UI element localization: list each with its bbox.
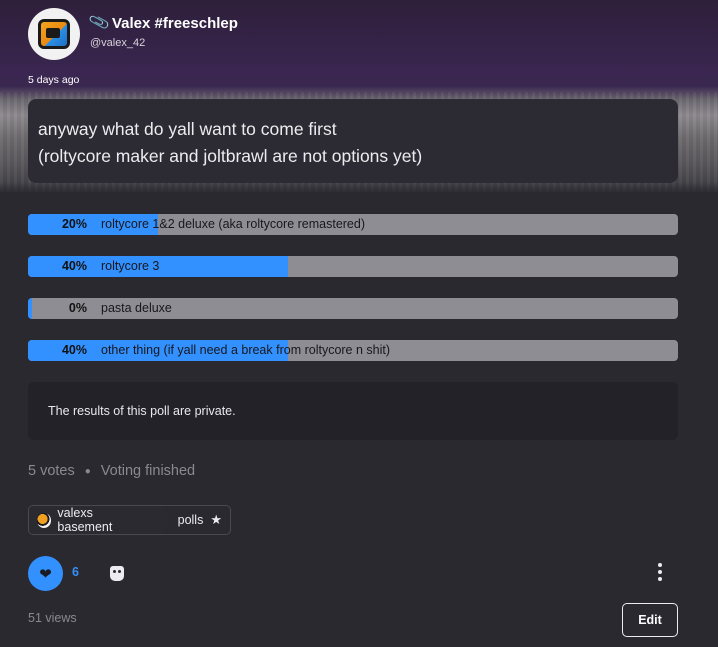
avatar-image (38, 19, 70, 49)
poll-meta: 5 votes ● Voting finished (28, 463, 195, 479)
heart-icon: ❤ (39, 565, 52, 583)
more-dot (658, 570, 662, 574)
post-text-line-2: (roltycore maker and joltbrawl are not o… (38, 146, 423, 166)
poll-option-percent: 0% (68, 301, 87, 315)
community-icon (37, 512, 52, 528)
post-text-line-1: anyway what do yall want to come first (38, 119, 337, 139)
tag-breadcrumb: valexs basement polls ★ (28, 505, 231, 535)
poll-option-percent: 40% (61, 259, 87, 273)
poll-option-percent: 40% (61, 343, 87, 357)
more-dot (658, 577, 662, 581)
react-button[interactable] (108, 564, 126, 582)
poll-option[interactable]: 0% pasta deluxe (28, 298, 678, 319)
author-handle: @valex_42 (90, 37, 146, 49)
tag-community[interactable]: valexs basement (29, 506, 170, 534)
voting-status: Voting finished (100, 463, 196, 479)
more-options-button[interactable] (650, 562, 670, 582)
separator-dot: ● (84, 465, 91, 477)
post-timestamp: 5 days ago (28, 74, 80, 86)
poll-private-notice: The results of this poll are private. (28, 382, 678, 440)
tag-category-label: polls (177, 513, 204, 527)
more-dot (658, 563, 662, 567)
author-display-name[interactable]: Valex #freeschlep (112, 15, 238, 32)
poll-option[interactable]: 40% roltycore 3 (28, 256, 678, 277)
poll-option-label: roltycore 1&2 deluxe (aka roltycore rema… (101, 217, 366, 231)
paperclip-icon: 📎 (87, 11, 112, 35)
poll-option[interactable]: 40% other thing (if yall need a break fr… (28, 340, 678, 361)
poll-option[interactable]: 20% roltycore 1&2 deluxe (aka roltycore … (28, 214, 678, 235)
edit-button[interactable]: Edit (622, 603, 678, 637)
author-name-row: 📎 Valex #freeschlep (87, 11, 238, 35)
like-button[interactable]: ❤ (28, 556, 63, 591)
like-count[interactable]: 6 (72, 565, 79, 579)
vote-count: 5 votes (28, 463, 75, 479)
poll-option-label: pasta deluxe (101, 301, 172, 315)
post-text: anyway what do yall want to come first (… (28, 99, 678, 183)
star-icon: ★ (210, 512, 222, 527)
view-count: 51 views (28, 611, 77, 625)
tag-category[interactable]: polls ★ (162, 506, 230, 534)
avatar[interactable] (28, 8, 80, 60)
banner-fade (0, 182, 718, 194)
poll-option-percent: 20% (61, 217, 87, 231)
poll-option-label: other thing (if yall need a break from r… (101, 343, 391, 357)
poll-option-label: roltycore 3 (101, 259, 160, 273)
emoji-react-icon (110, 565, 124, 581)
tag-community-label: valexs basement (57, 506, 113, 534)
